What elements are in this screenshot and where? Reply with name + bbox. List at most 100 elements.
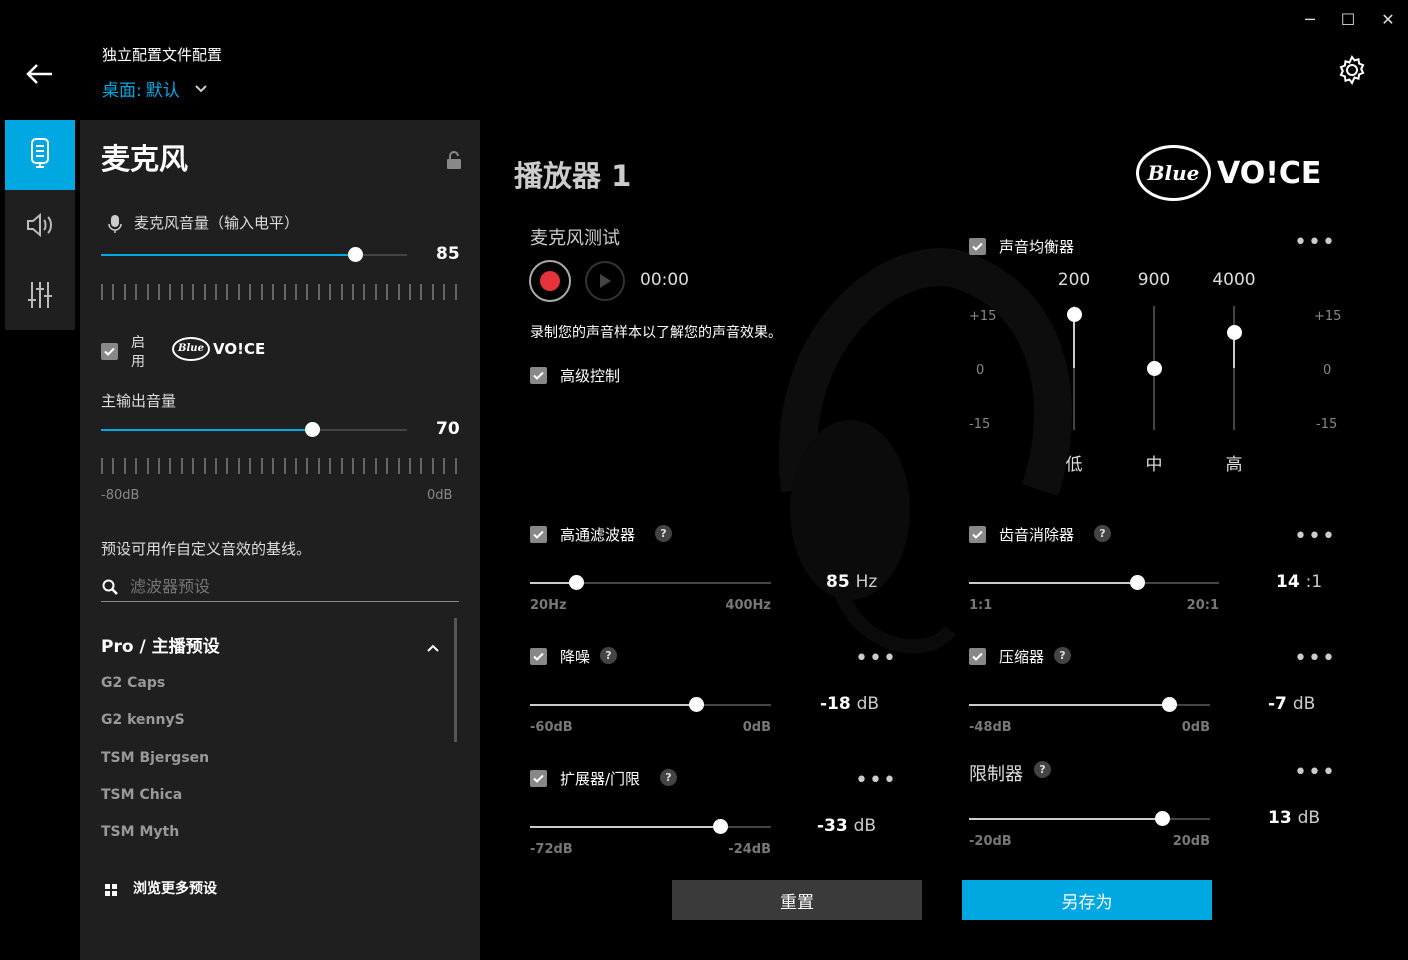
microphone-panel: 麦克风 麦克风音量（输入电平） 85 启 用 Blue VO!CE 主输出音量 …: [80, 120, 480, 960]
record-button[interactable]: [529, 260, 571, 302]
tab-equalizer[interactable]: [5, 260, 75, 330]
eq-more-icon[interactable]: •••: [1294, 232, 1336, 254]
eq-checkbox[interactable]: [969, 238, 986, 255]
back-arrow-icon[interactable]: [24, 60, 56, 88]
eq-band-knob[interactable]: [1227, 325, 1242, 340]
eq-scale-top-right: +15: [1314, 309, 1342, 324]
enable-label-1: 启: [131, 335, 145, 351]
noise-reduction-slider[interactable]: [530, 697, 771, 712]
meter-tick: [454, 458, 457, 474]
slider-knob[interactable]: [1154, 811, 1170, 826]
meter-tick: [192, 458, 195, 474]
help-icon[interactable]: ?: [600, 647, 617, 664]
advanced-checkbox[interactable]: [530, 367, 547, 384]
mic-test-label: 麦克风测试: [530, 228, 620, 249]
preset-item[interactable]: TSM Bjergsen: [101, 750, 209, 766]
eq-scale-bot-right: -15: [1316, 417, 1338, 432]
meter-tick: [306, 458, 309, 474]
preset-item[interactable]: TSM Myth: [101, 824, 179, 840]
eq-scale-top-left: +15: [969, 309, 997, 324]
profile-selector[interactable]: 桌面: 默认: [102, 76, 208, 101]
high-pass-filter-max: 400Hz: [725, 598, 771, 613]
slider-knob[interactable]: [713, 819, 729, 834]
output-volume-slider[interactable]: [101, 422, 407, 437]
more-options-icon[interactable]: •••: [855, 648, 897, 670]
meter-tick: [386, 458, 389, 474]
enable-checkbox[interactable]: [101, 343, 118, 360]
lock-icon[interactable]: [446, 150, 462, 174]
more-options-icon[interactable]: •••: [1294, 526, 1336, 548]
expander-gate-checkbox[interactable]: [530, 770, 547, 787]
meter-tick: [215, 284, 218, 300]
more-options-icon[interactable]: •••: [855, 770, 897, 792]
noise-reduction-checkbox[interactable]: [530, 648, 547, 665]
tab-speaker[interactable]: [5, 190, 75, 260]
blue-voice-brand-logo: Blue VO!CE: [1136, 145, 1321, 201]
meter-tick: [158, 458, 161, 474]
mic-volume-slider[interactable]: [101, 247, 407, 262]
minimize-button[interactable]: ─: [1295, 8, 1325, 32]
noise-reduction-label: 降噪: [560, 648, 591, 666]
meter-tick: [249, 284, 252, 300]
gear-icon[interactable]: [1336, 54, 1368, 86]
eq-band-label: 中: [1145, 455, 1163, 475]
meter-tick: [329, 284, 332, 300]
help-icon[interactable]: ?: [1034, 761, 1051, 778]
meter-tick: [203, 458, 206, 474]
meter-tick: [192, 284, 195, 300]
high-pass-filter-slider[interactable]: [530, 575, 771, 590]
close-button[interactable]: ✕: [1373, 8, 1403, 32]
more-options-icon[interactable]: •••: [1294, 648, 1336, 670]
reset-button[interactable]: 重置: [672, 880, 922, 920]
slider-knob[interactable]: [1129, 575, 1145, 590]
preset-item[interactable]: G2 kennyS: [101, 712, 185, 728]
de-esser-slider[interactable]: [969, 575, 1219, 590]
eq-band-knob[interactable]: [1067, 307, 1082, 322]
maximize-button[interactable]: ☐: [1333, 8, 1363, 32]
preset-item[interactable]: TSM Chica: [101, 787, 182, 803]
more-options-icon[interactable]: •••: [1294, 762, 1336, 784]
meter-tick: [101, 458, 103, 474]
save-as-button[interactable]: 另存为: [962, 880, 1212, 920]
eq-band-label: 低: [1065, 455, 1083, 475]
limiter-label: 限制器: [969, 764, 1023, 785]
meter-tick: [272, 284, 275, 300]
help-icon[interactable]: ?: [655, 525, 672, 542]
compressor-checkbox[interactable]: [969, 648, 986, 665]
help-icon[interactable]: ?: [1054, 647, 1071, 664]
help-icon[interactable]: ?: [1094, 525, 1111, 542]
search-icon: [102, 579, 118, 599]
compressor-slider[interactable]: [969, 697, 1210, 712]
meter-tick: [112, 458, 115, 474]
meter-tick: [169, 284, 172, 300]
slider-knob[interactable]: [1162, 697, 1178, 712]
enable-label-2: 用: [131, 354, 145, 370]
slider-knob[interactable]: [305, 422, 321, 437]
chevron-up-icon[interactable]: [426, 638, 440, 657]
eq-band-knob[interactable]: [1147, 361, 1162, 376]
advanced-label: 高级控制: [560, 367, 621, 385]
browse-more-link[interactable]: 浏览更多预设: [133, 878, 217, 898]
preset-item[interactable]: G2 Caps: [101, 675, 165, 691]
preset-description: 预设可用作自定义音效的基线。: [101, 540, 312, 558]
play-button[interactable]: [585, 261, 625, 301]
preset-scrollbar[interactable]: [454, 618, 457, 742]
high-pass-filter-checkbox[interactable]: [530, 526, 547, 543]
preset-group-header[interactable]: Pro / 主播预设: [101, 632, 220, 657]
de-esser-checkbox[interactable]: [969, 526, 986, 543]
expander-gate-slider[interactable]: [530, 819, 771, 834]
help-icon[interactable]: ?: [660, 769, 677, 786]
compressor-max: 0dB: [1181, 720, 1210, 735]
limiter-slider[interactable]: [969, 811, 1210, 826]
meter-tick: [260, 284, 263, 300]
limiter-value: 13 dB: [1268, 808, 1321, 828]
record-timer: 00:00: [640, 270, 689, 290]
expander-gate-max: -24dB: [728, 842, 771, 857]
slider-knob[interactable]: [689, 697, 705, 712]
slider-knob[interactable]: [568, 575, 584, 590]
eq-freq-label: 4000: [1212, 270, 1256, 290]
tab-microphone[interactable]: [5, 120, 75, 190]
meter-tick: [180, 284, 183, 300]
slider-knob[interactable]: [347, 247, 363, 262]
preset-search-input[interactable]: [130, 572, 458, 600]
